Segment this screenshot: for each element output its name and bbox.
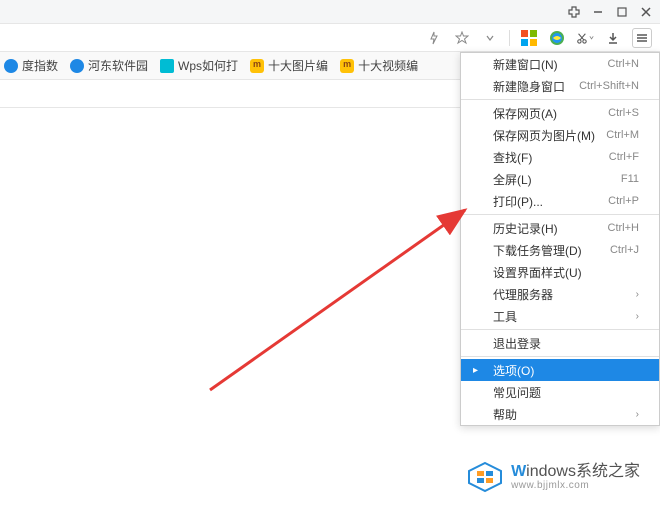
menu-shortcut: Ctrl+M <box>606 129 639 141</box>
bookmark-label: 十大视频编 <box>358 57 418 74</box>
watermark-url: www.bjjmlx.com <box>511 480 640 491</box>
menu-item-help[interactable]: 帮助 › <box>461 403 659 425</box>
dropdown-chevron-icon[interactable] <box>481 29 499 47</box>
menu-divider <box>461 329 659 330</box>
bookmark-item[interactable]: 十大视频编 <box>340 57 418 74</box>
bookmark-favicon-icon <box>4 59 18 73</box>
menu-shortcut: Ctrl+Shift+N <box>579 80 639 92</box>
titlebar <box>0 0 660 24</box>
menu-label: 新建窗口(N) <box>493 56 558 73</box>
watermark-title: Windows系统之家 <box>511 463 640 481</box>
chevron-right-icon: › <box>636 289 639 300</box>
favorite-icon[interactable] <box>453 29 471 47</box>
bookmark-favicon-icon <box>340 59 354 73</box>
chevron-right-icon: › <box>636 311 639 322</box>
watermark-text: Windows系统之家 www.bjjmlx.com <box>511 463 640 492</box>
menu-item-downloads[interactable]: 下载任务管理(D) Ctrl+J <box>461 239 659 261</box>
menu-label: 工具 <box>493 308 517 325</box>
menu-shortcut: Ctrl+J <box>610 244 639 256</box>
bookmark-item[interactable]: 十大图片编 <box>250 57 328 74</box>
minimize-button[interactable] <box>588 2 608 22</box>
download-icon[interactable] <box>604 29 622 47</box>
menu-item-logout[interactable]: 退出登录 <box>461 332 659 354</box>
menu-item-print[interactable]: 打印(P)... Ctrl+P <box>461 190 659 212</box>
menu-divider <box>461 99 659 100</box>
bookmark-favicon-icon <box>160 59 174 73</box>
menu-label: 设置界面样式(U) <box>493 264 582 281</box>
menu-label: 下载任务管理(D) <box>493 242 582 259</box>
watermark: Windows系统之家 www.bjjmlx.com <box>465 459 640 495</box>
bookmark-item[interactable]: 度指数 <box>4 57 58 74</box>
bookmark-favicon-icon <box>250 59 264 73</box>
menu-label: 查找(F) <box>493 149 532 166</box>
windows-logo-icon <box>465 459 505 495</box>
toolbar <box>0 24 660 52</box>
bookmark-label: 度指数 <box>22 57 58 74</box>
menu-shortcut: Ctrl+H <box>608 222 639 234</box>
bookmark-label: 十大图片编 <box>268 57 328 74</box>
menu-label: 打印(P)... <box>493 193 543 210</box>
menu-label: 新建隐身窗口 <box>493 78 565 95</box>
menu-item-faq[interactable]: 常见问题 <box>461 381 659 403</box>
speed-icon[interactable] <box>425 29 443 47</box>
menu-label: 选项(O) <box>493 362 534 379</box>
menu-item-new-window[interactable]: 新建窗口(N) Ctrl+N <box>461 53 659 75</box>
bookmark-item[interactable]: 河东软件园 <box>70 57 148 74</box>
menu-item-find[interactable]: 查找(F) Ctrl+F <box>461 146 659 168</box>
close-button[interactable] <box>636 2 656 22</box>
menu-item-options[interactable]: 选项(O) <box>461 359 659 381</box>
separator <box>509 30 510 46</box>
menu-label: 保存网页(A) <box>493 105 557 122</box>
menu-label: 全屏(L) <box>493 171 532 188</box>
menu-item-save-page[interactable]: 保存网页(A) Ctrl+S <box>461 102 659 124</box>
menu-item-new-incognito[interactable]: 新建隐身窗口 Ctrl+Shift+N <box>461 75 659 97</box>
menu-item-history[interactable]: 历史记录(H) Ctrl+H <box>461 217 659 239</box>
scissors-icon[interactable] <box>576 29 594 47</box>
menu-label: 历史记录(H) <box>493 220 558 237</box>
menu-label: 常见问题 <box>493 384 541 401</box>
menu-shortcut: Ctrl+F <box>609 151 639 163</box>
globe-icon[interactable] <box>548 29 566 47</box>
menu-shortcut: F11 <box>621 173 639 185</box>
menu-item-fullscreen[interactable]: 全屏(L) F11 <box>461 168 659 190</box>
menu-shortcut: Ctrl+N <box>608 58 639 70</box>
menu-item-ui-style[interactable]: 设置界面样式(U) <box>461 261 659 283</box>
menu-item-tools[interactable]: 工具 › <box>461 305 659 327</box>
bookmark-label: Wps如何打 <box>178 57 238 74</box>
extension-icon[interactable] <box>564 2 584 22</box>
bookmark-item[interactable]: Wps如何打 <box>160 57 238 74</box>
main-dropdown-menu: 新建窗口(N) Ctrl+N 新建隐身窗口 Ctrl+Shift+N 保存网页(… <box>460 52 660 426</box>
menu-shortcut: Ctrl+S <box>608 107 639 119</box>
menu-divider <box>461 356 659 357</box>
menu-label: 代理服务器 <box>493 286 553 303</box>
menu-label: 帮助 <box>493 406 517 423</box>
bookmark-label: 河东软件园 <box>88 57 148 74</box>
menu-divider <box>461 214 659 215</box>
menu-item-save-as-image[interactable]: 保存网页为图片(M) Ctrl+M <box>461 124 659 146</box>
menu-shortcut: Ctrl+P <box>608 195 639 207</box>
menu-item-proxy[interactable]: 代理服务器 › <box>461 283 659 305</box>
menu-label: 保存网页为图片(M) <box>493 127 595 144</box>
bookmark-favicon-icon <box>70 59 84 73</box>
microsoft-icon[interactable] <box>520 29 538 47</box>
menu-label: 退出登录 <box>493 335 541 352</box>
chevron-right-icon: › <box>636 409 639 420</box>
maximize-button[interactable] <box>612 2 632 22</box>
hamburger-menu-button[interactable] <box>632 28 652 48</box>
